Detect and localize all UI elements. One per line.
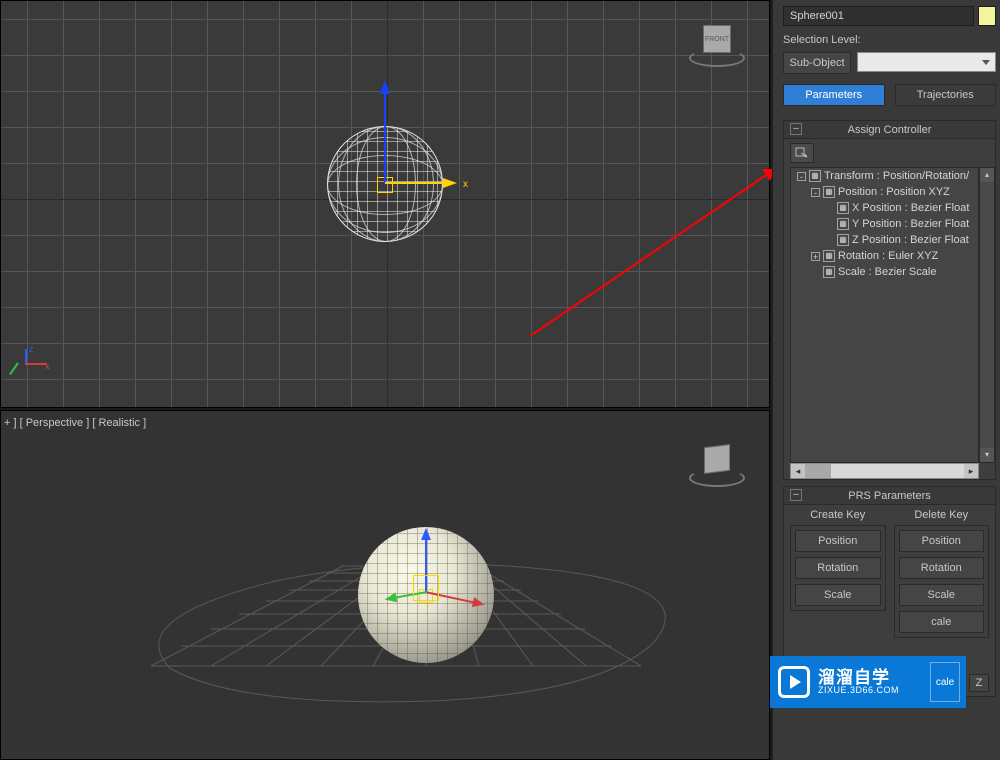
tree-row[interactable]: ▦Scale : Bezier Scale (791, 264, 978, 280)
watermark-title: 溜溜自学 (818, 669, 899, 686)
viewcube[interactable] (693, 437, 741, 485)
motion-panel: Selection Level: Sub-Object Parameters T… (772, 0, 1000, 760)
selection-level-label: Selection Level: (783, 34, 996, 46)
delete-position-key-button[interactable]: Position (899, 530, 985, 552)
scroll-down-icon[interactable]: ▾ (980, 448, 994, 462)
scrollbar-vertical[interactable]: ▴ ▾ (979, 167, 995, 463)
tree-label: Scale : Bezier Scale (838, 266, 936, 278)
tree-row[interactable]: ▦X Position : Bezier Float (791, 200, 978, 216)
assign-icon (795, 147, 809, 159)
rollup-assign-controller: – Assign Controller -▦Transform : Positi… (783, 120, 996, 480)
tab-trajectories[interactable]: Trajectories (895, 84, 997, 106)
tree-label: X Position : Bezier Float (852, 202, 969, 214)
scroll-up-icon[interactable]: ▴ (980, 168, 994, 182)
watermark-sub: ZIXUE.3D66.COM (818, 686, 899, 695)
controller-icon: ▦ (837, 202, 849, 214)
rollup-header[interactable]: – Assign Controller (784, 121, 995, 139)
tree-label: Transform : Position/Rotation/ (824, 170, 969, 182)
tree-row[interactable]: ▦Z Position : Bezier Float (791, 232, 978, 248)
scroll-left-icon[interactable]: ◂ (791, 464, 805, 478)
controller-icon: ▦ (823, 250, 835, 262)
controller-icon: ▦ (837, 218, 849, 230)
expand-icon[interactable]: - (811, 188, 820, 197)
watermark-side: cale (930, 662, 960, 702)
tree-label: Y Position : Bezier Float (852, 218, 969, 230)
viewport-front[interactable]: x zx FRONT (0, 0, 770, 408)
expand-icon[interactable]: - (797, 172, 806, 181)
create-key-group: Position Rotation Scale (790, 525, 886, 611)
rollup-title: Assign Controller (848, 124, 932, 136)
sub-object-dropdown[interactable] (857, 52, 996, 72)
scrollbar-horizontal[interactable]: ◂ ▸ (790, 463, 979, 479)
sub-object-button[interactable]: Sub-Object (783, 52, 851, 74)
create-position-key-button[interactable]: Position (795, 530, 881, 552)
create-key-label: Create Key (790, 509, 886, 521)
tree-row[interactable]: -▦Transform : Position/Rotation/ (791, 168, 978, 184)
delete-rotation-key-button[interactable]: Rotation (899, 557, 985, 579)
delete-key-group: Position Rotation Scale cale (894, 525, 990, 638)
assign-controller-button[interactable] (790, 143, 814, 163)
collapse-icon[interactable]: – (790, 489, 802, 501)
delete-key-label: Delete Key (894, 509, 990, 521)
selection-marker (419, 589, 433, 603)
viewport-perspective[interactable]: + ] [ Perspective ] [ Realistic ] (0, 410, 770, 760)
viewport-area: x zx FRONT + ] [ Perspective ] [ Realist… (0, 0, 772, 760)
tree-label: Rotation : Euler XYZ (838, 250, 938, 262)
scroll-right-icon[interactable]: ▸ (964, 464, 978, 478)
selection-marker (377, 177, 393, 193)
watermark: 溜溜自学 ZIXUE.3D66.COM cale (770, 656, 966, 708)
tree-row[interactable]: -▦Position : Position XYZ (791, 184, 978, 200)
axis-z-button[interactable]: Z (969, 674, 989, 692)
play-icon (778, 666, 810, 698)
tree-label: Position : Position XYZ (838, 186, 950, 198)
rollup-title: PRS Parameters (848, 490, 931, 502)
controller-tree[interactable]: -▦Transform : Position/Rotation/-▦Positi… (790, 167, 979, 463)
controller-icon: ▦ (809, 170, 821, 182)
create-rotation-key-button[interactable]: Rotation (795, 557, 881, 579)
tree-label: Z Position : Bezier Float (852, 234, 969, 246)
delete-scale-key-button-2[interactable]: cale (899, 611, 985, 633)
tab-parameters[interactable]: Parameters (783, 84, 885, 106)
object-name-input[interactable] (783, 6, 974, 26)
object-color-swatch[interactable] (978, 6, 996, 26)
controller-icon: ▦ (837, 234, 849, 246)
collapse-icon[interactable]: – (790, 123, 802, 135)
create-scale-key-button[interactable]: Scale (795, 584, 881, 606)
tree-row[interactable]: ▦Y Position : Bezier Float (791, 216, 978, 232)
axis-x-label: x (463, 179, 468, 190)
expand-icon[interactable]: + (811, 252, 820, 261)
controller-icon: ▦ (823, 266, 835, 278)
viewcube[interactable]: FRONT (693, 17, 741, 65)
controller-icon: ▦ (823, 186, 835, 198)
tree-row[interactable]: +▦Rotation : Euler XYZ (791, 248, 978, 264)
delete-scale-key-button[interactable]: Scale (899, 584, 985, 606)
axis-tripod-icon: zx (15, 349, 45, 379)
rollup-header[interactable]: – PRS Parameters (784, 487, 995, 505)
